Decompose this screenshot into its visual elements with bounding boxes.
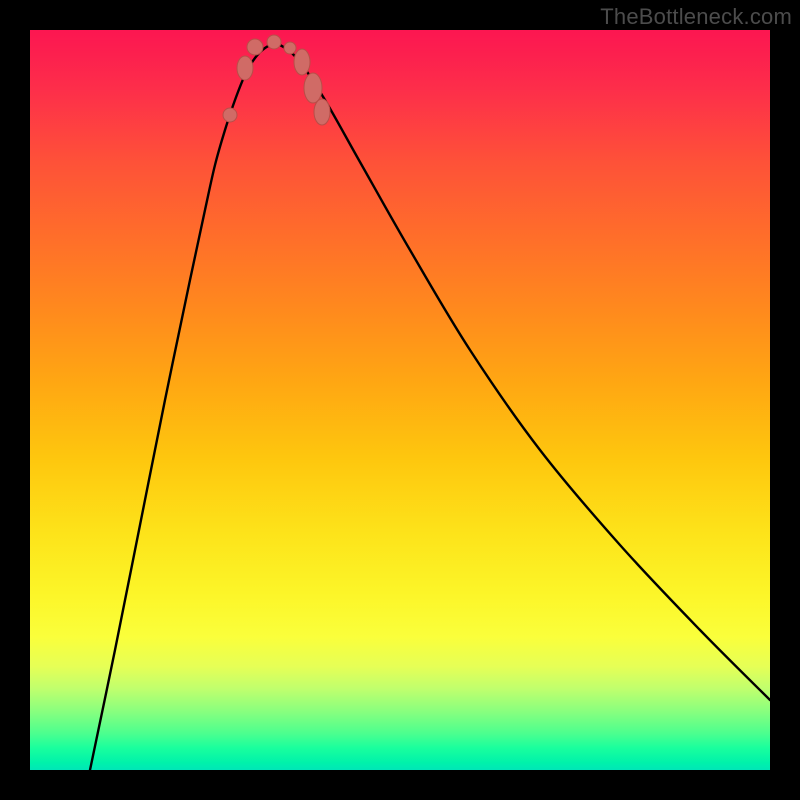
curve-marker xyxy=(237,56,253,80)
curve-marker xyxy=(247,39,263,55)
curve-layer xyxy=(30,30,770,770)
curve-markers xyxy=(223,35,330,125)
curve-marker xyxy=(314,99,330,125)
watermark-text: TheBottleneck.com xyxy=(600,4,792,30)
curve-marker xyxy=(267,35,281,49)
chart-frame: TheBottleneck.com xyxy=(0,0,800,800)
curve-marker xyxy=(223,108,237,122)
curve-marker xyxy=(284,42,296,54)
plot-area xyxy=(30,30,770,770)
curve-marker xyxy=(304,73,322,103)
curve-marker xyxy=(294,49,310,75)
bottleneck-curve xyxy=(90,44,770,770)
